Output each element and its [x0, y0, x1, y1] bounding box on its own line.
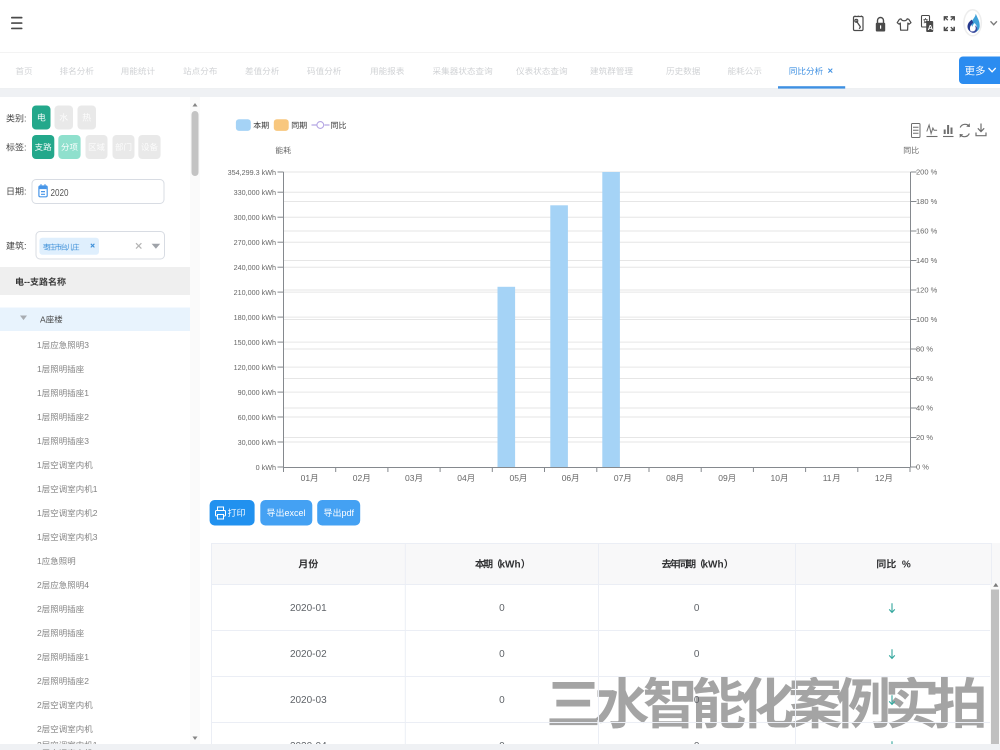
svg-text:02: 02: [353, 473, 363, 483]
svg-text:pdf: pdf: [342, 508, 355, 518]
svg-text:2: 2: [37, 580, 42, 590]
svg-text:03: 03: [405, 473, 415, 483]
svg-text:08: 08: [666, 473, 676, 483]
svg-text:2: 2: [37, 700, 42, 710]
svg-text:240,000 kWh: 240,000 kWh: [234, 263, 276, 272]
svg-text:0: 0: [499, 741, 505, 750]
svg-text:--: --: [24, 277, 30, 287]
svg-text:2: 2: [84, 412, 89, 422]
svg-text:kWh: kWh: [500, 560, 521, 571]
svg-text:270,000 kWh: 270,000 kWh: [234, 238, 276, 247]
svg-text:180 %: 180 %: [916, 197, 938, 206]
svg-text:1: 1: [37, 412, 42, 422]
svg-text:2: 2: [37, 628, 42, 638]
svg-text:1: 1: [84, 652, 89, 662]
svg-text:150,000 kWh: 150,000 kWh: [234, 338, 276, 347]
svg-text:1: 1: [37, 436, 42, 446]
svg-text:2020-04: 2020-04: [290, 741, 327, 750]
svg-text:90,000 kWh: 90,000 kWh: [238, 388, 276, 397]
svg-text:1: 1: [37, 484, 42, 494]
svg-text:09: 09: [718, 473, 728, 483]
svg-text:2020-03: 2020-03: [290, 695, 327, 706]
svg-text::: :: [24, 187, 27, 197]
svg-text:0: 0: [694, 649, 700, 660]
svg-text:160 %: 160 %: [916, 227, 938, 236]
svg-text:140 %: 140 %: [916, 256, 938, 265]
svg-text:%: %: [896, 560, 911, 571]
svg-text:4: 4: [84, 580, 89, 590]
svg-text:2020-02: 2020-02: [290, 649, 327, 660]
svg-text:120,000 kWh: 120,000 kWh: [234, 363, 276, 372]
svg-text:2: 2: [37, 604, 42, 614]
svg-text:04: 04: [457, 473, 467, 483]
svg-text:2020-01: 2020-01: [290, 603, 327, 614]
svg-text:0: 0: [694, 695, 700, 706]
svg-text:1: 1: [84, 388, 89, 398]
svg-text:2: 2: [37, 652, 42, 662]
svg-text:330,000 kWh: 330,000 kWh: [234, 188, 276, 197]
svg-text:2: 2: [93, 508, 98, 518]
svg-text:07: 07: [614, 473, 624, 483]
svg-text:30,000 kWh: 30,000 kWh: [238, 438, 276, 447]
svg-text:0: 0: [499, 603, 505, 614]
svg-text:3: 3: [93, 532, 98, 542]
svg-text:120 %: 120 %: [916, 286, 938, 295]
svg-text:1: 1: [37, 532, 42, 542]
svg-text:kWh: kWh: [703, 560, 724, 571]
svg-text:06: 06: [562, 473, 572, 483]
svg-text:2: 2: [84, 676, 89, 686]
svg-text:2020: 2020: [51, 187, 69, 199]
svg-text:1: 1: [93, 484, 98, 494]
svg-text:1: 1: [37, 340, 42, 350]
svg-text:1: 1: [37, 364, 42, 374]
svg-text:0 kWh: 0 kWh: [256, 463, 276, 472]
svg-text:0: 0: [499, 695, 505, 706]
svg-text:354,299.3 kWh: 354,299.3 kWh: [228, 168, 276, 177]
svg-text:01: 01: [301, 473, 311, 483]
svg-text:12: 12: [875, 473, 885, 483]
svg-text:0: 0: [694, 741, 700, 750]
svg-text:20 %: 20 %: [916, 433, 933, 442]
svg-text::: :: [24, 241, 27, 251]
svg-text:11: 11: [823, 473, 832, 483]
svg-text:0: 0: [499, 649, 505, 660]
svg-text:0 %: 0 %: [916, 463, 929, 472]
svg-text:2: 2: [37, 676, 42, 686]
svg-text:200 %: 200 %: [916, 168, 938, 177]
svg-text:3: 3: [84, 340, 89, 350]
svg-text:210,000 kWh: 210,000 kWh: [234, 288, 276, 297]
svg-text:100 %: 100 %: [916, 315, 938, 324]
svg-text:40 %: 40 %: [916, 404, 933, 413]
svg-text:2: 2: [37, 724, 42, 734]
svg-text:A: A: [928, 23, 934, 32]
svg-text:300,000 kWh: 300,000 kWh: [234, 213, 276, 222]
svg-text:1: 1: [37, 460, 42, 470]
svg-text:60,000 kWh: 60,000 kWh: [238, 413, 276, 422]
svg-text:05: 05: [510, 473, 520, 483]
svg-text:80 %: 80 %: [916, 345, 933, 354]
svg-text:10: 10: [771, 473, 781, 483]
svg-text:1: 1: [37, 388, 42, 398]
svg-text::: :: [24, 143, 27, 153]
svg-text:3: 3: [84, 436, 89, 446]
svg-text:60 %: 60 %: [916, 374, 933, 383]
svg-text:0: 0: [694, 603, 700, 614]
svg-text:1: 1: [37, 508, 42, 518]
svg-text:excel: excel: [285, 508, 306, 518]
svg-text:1: 1: [37, 556, 42, 566]
svg-text:A: A: [40, 315, 46, 325]
svg-text:180,000 kWh: 180,000 kWh: [234, 313, 276, 322]
svg-text::: :: [24, 114, 27, 124]
